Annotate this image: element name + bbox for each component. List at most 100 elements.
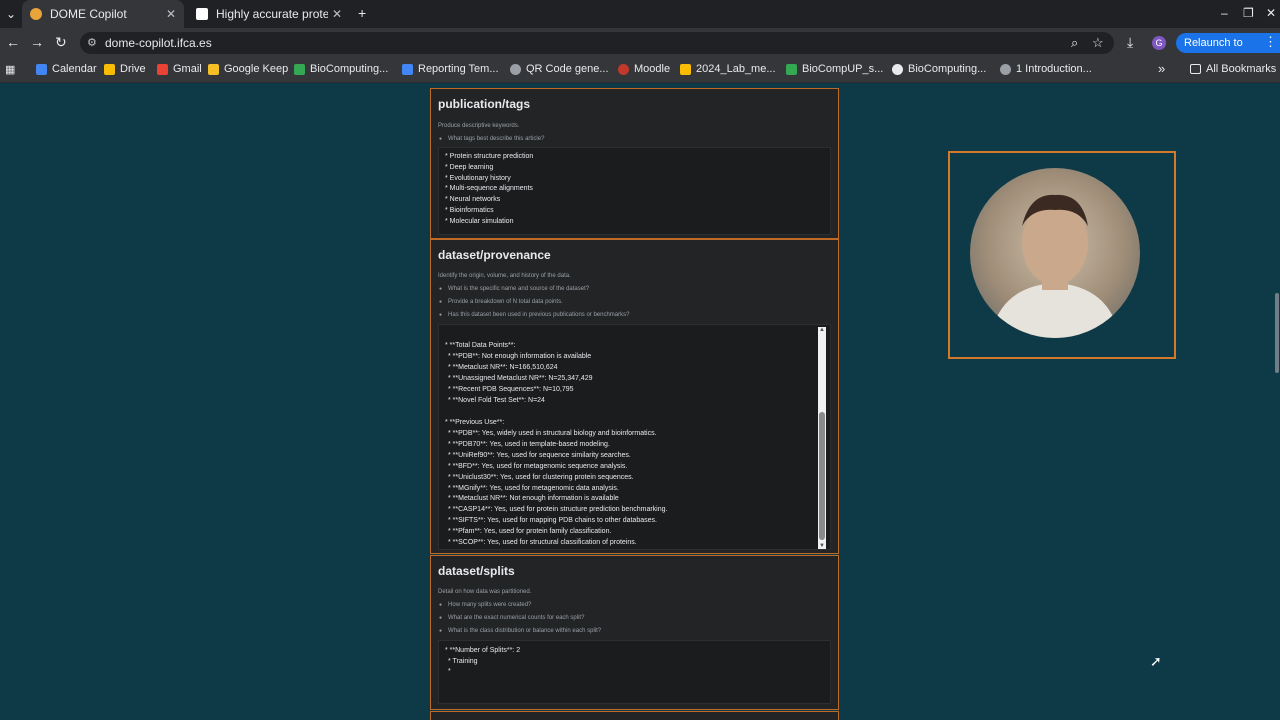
answer-line: * **Previous Use**:: [445, 419, 505, 426]
bookmark-label: BioCompUP_s...: [802, 63, 884, 75]
nature-favicon-icon: [196, 8, 208, 20]
section-description: Identify the origin, volume, and history…: [438, 273, 571, 279]
answer-line: * Deep learning: [445, 164, 494, 171]
back-icon[interactable]: ←: [6, 34, 20, 50]
section-next: [430, 711, 839, 720]
tab-search-icon[interactable]: ⌄: [6, 7, 16, 21]
answer-line: * Training: [448, 658, 478, 665]
bookmark-moodle[interactable]: Moodle: [618, 63, 670, 75]
answer-line: * **Uniclust30**: Yes, used for clusteri…: [448, 474, 634, 481]
guiding-question: What are the exact numerical counts for …: [439, 615, 584, 621]
answer-line: * Neural networks: [445, 196, 501, 203]
bookmark-label: QR Code gene...: [526, 63, 609, 75]
bookmark-calendar[interactable]: Calendar: [36, 63, 97, 75]
dome-favicon-icon: [30, 8, 42, 20]
answer-line: * Bioinformatics: [445, 207, 494, 214]
answer-line: * Protein structure prediction: [445, 153, 534, 160]
page-scrollbar-thumb[interactable]: [1275, 293, 1279, 373]
provenance-answer-box[interactable]: * **Total Data Points**: * **PDB**: Not …: [438, 324, 831, 550]
bookmark-keep[interactable]: Google Keep: [208, 63, 288, 75]
bookmark-drive[interactable]: Drive: [104, 63, 146, 75]
forward-icon[interactable]: →: [30, 34, 44, 50]
answer-line: *: [448, 668, 451, 675]
restore-icon[interactable]: ❐: [1243, 6, 1254, 20]
bookmark-label: Google Keep: [224, 63, 289, 75]
bookmark-gmail[interactable]: Gmail: [157, 63, 202, 75]
download-icon[interactable]: ⤓: [1127, 34, 1133, 51]
form-column: publication/tags Produce descriptive key…: [430, 83, 839, 720]
bookmark-label: Gmail: [173, 63, 202, 75]
docs-icon: [402, 63, 413, 75]
drive-icon: [680, 63, 691, 75]
search-icon[interactable]: ⌕: [1071, 35, 1078, 51]
answer-line: * **Novel Fold Test Set**: N=24: [448, 397, 545, 404]
section-title: publication/tags: [438, 97, 531, 111]
bookmark-label: Reporting Tem...: [418, 63, 499, 75]
answer-line: * **Unassigned Metaclust NR**: N=25,347,…: [448, 375, 593, 382]
close-window-icon[interactable]: ✕: [1266, 6, 1276, 20]
bookmark-label: BioComputing...: [310, 63, 389, 75]
section-description: Produce descriptive keywords.: [438, 123, 520, 129]
section-dataset-provenance: dataset/provenance Identify the origin, …: [430, 239, 839, 554]
globe-icon: [510, 63, 521, 75]
scroll-down-icon[interactable]: ▼: [818, 543, 826, 549]
splits-answer-box[interactable]: * **Number of Splits**: 2 * Training *: [438, 640, 831, 704]
keep-icon: [208, 63, 219, 75]
drive-icon: [104, 63, 115, 75]
gmail-icon: [157, 63, 168, 75]
drive-icon: [786, 63, 797, 75]
bookmark-biocompup[interactable]: BioCompUP_s...: [786, 63, 883, 75]
section-title: dataset/provenance: [438, 248, 551, 262]
bookmark-introduction[interactable]: 1 Introduction...: [1000, 63, 1092, 75]
reload-icon[interactable]: ↻: [55, 34, 67, 51]
tags-answer-box[interactable]: * Protein structure prediction * Deep le…: [438, 147, 831, 235]
guiding-question: What is the class distribution or balanc…: [439, 628, 601, 634]
tab-title: DOME Copilot: [50, 7, 127, 21]
answer-line: * Molecular simulation: [445, 218, 514, 225]
answer-line: * Evolutionary history: [445, 175, 511, 182]
minimize-icon[interactable]: –: [1221, 6, 1228, 20]
bookmark-star-icon[interactable]: ☆: [1092, 35, 1104, 51]
section-publication-tags: publication/tags Produce descriptive key…: [430, 88, 839, 239]
bookmark-label: All Bookmarks: [1206, 63, 1277, 75]
tab-protein-article[interactable]: Highly accurate protein ✕: [188, 0, 350, 28]
menu-icon[interactable]: ⋮: [1264, 34, 1277, 50]
bookmark-biocomputing-1[interactable]: BioComputing...: [294, 63, 388, 75]
bookmark-reporting[interactable]: Reporting Tem...: [402, 63, 499, 75]
answer-line: * **Number of Splits**: 2: [445, 647, 521, 654]
answer-line: * **PDB**: Yes, widely used in structura…: [448, 430, 657, 437]
bookmarks-overflow-icon[interactable]: »: [1158, 61, 1165, 76]
all-bookmarks-button[interactable]: All Bookmarks: [1190, 63, 1276, 75]
answer-line: * Multi-sequence alignments: [445, 185, 533, 192]
site-info-icon[interactable]: ⚙: [87, 36, 97, 49]
presenter-video: [970, 168, 1140, 338]
page-scrollbar[interactable]: [1274, 83, 1280, 720]
moodle-icon: [618, 63, 629, 75]
close-tab-icon[interactable]: ✕: [332, 7, 342, 21]
answer-line: * **UniRef90**: Yes, used for sequence s…: [448, 452, 631, 459]
answer-line: * **SCOP**: Yes, used for structural cla…: [448, 539, 637, 546]
answer-line: * **SIFTS**: Yes, used for mapping PDB c…: [448, 517, 657, 524]
answer-line: * **Recent PDB Sequences**: N=10,795: [448, 386, 574, 393]
bookmark-biocomputing-2[interactable]: BioComputing...: [892, 63, 986, 75]
folder-icon: [1190, 64, 1201, 74]
tab-strip: ⌄ DOME Copilot ✕ Highly accurate protein…: [0, 0, 1280, 28]
address-bar[interactable]: ⚙ dome-copilot.ifca.es ⌕ ☆: [80, 32, 1114, 54]
bookmark-label: Calendar: [52, 63, 97, 75]
scrollbar-thumb[interactable]: [819, 412, 825, 540]
apps-icon[interactable]: ▦: [5, 63, 15, 76]
bookmark-qr[interactable]: QR Code gene...: [510, 63, 609, 75]
bookmark-lab[interactable]: 2024_Lab_me...: [680, 63, 776, 75]
drive-icon: [294, 63, 305, 75]
new-tab-button[interactable]: +: [358, 5, 366, 21]
guiding-question: What tags best describe this article?: [439, 136, 544, 142]
calendar-icon: [36, 63, 47, 75]
bookmarks-bar: ▦ Calendar Drive Gmail Google Keep BioCo…: [0, 58, 1280, 83]
answer-scrollbar[interactable]: ▲ ▼: [818, 327, 826, 549]
tab-dome-copilot[interactable]: DOME Copilot ✕: [22, 0, 184, 28]
answer-line: * **PDB70**: Yes, used in template-based…: [448, 441, 610, 448]
close-tab-icon[interactable]: ✕: [166, 7, 176, 21]
profile-avatar[interactable]: G: [1152, 36, 1166, 50]
bookmark-label: BioComputing...: [908, 63, 987, 75]
scroll-up-icon[interactable]: ▲: [818, 327, 826, 333]
